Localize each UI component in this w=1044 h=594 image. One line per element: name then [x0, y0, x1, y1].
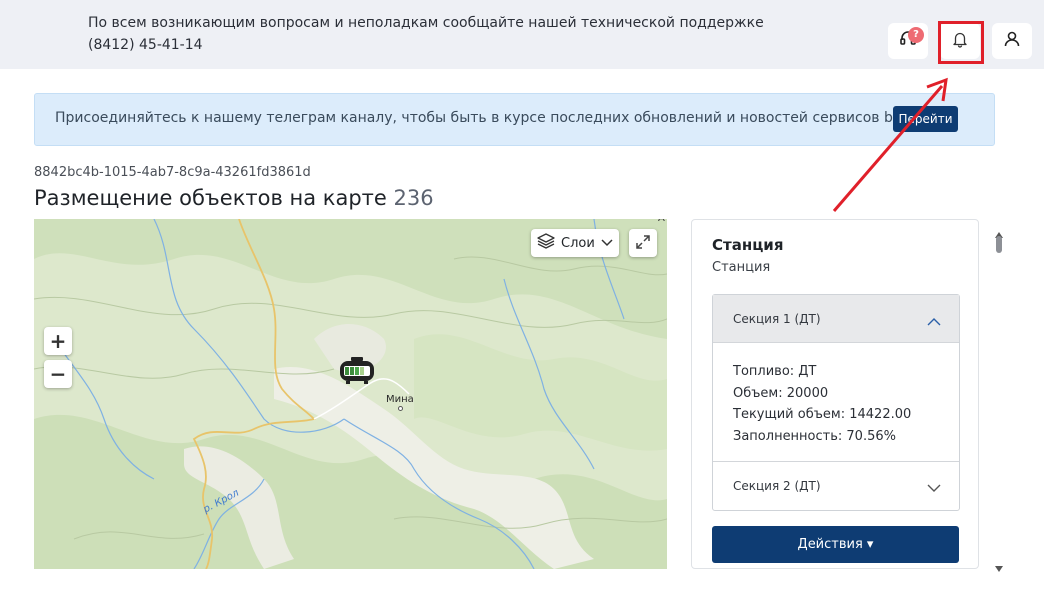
section-1-header[interactable]: Секция 1 (ДТ)	[713, 295, 959, 343]
station-panel: Станция Станция Секция 1 (ДТ) Топливо: Д…	[691, 219, 979, 569]
plus-icon: +	[49, 329, 67, 353]
page-title-text: Размещение объектов на карте	[34, 186, 387, 210]
layers-label: Слои	[561, 235, 595, 251]
zoom-in-button[interactable]: +	[44, 327, 72, 355]
place-dot	[398, 406, 403, 411]
support-button[interactable]: ?	[888, 23, 928, 59]
minus-icon: −	[49, 362, 67, 386]
fuel-type: Топливо: ДТ	[733, 364, 817, 379]
chevron-down-icon	[927, 478, 941, 497]
banner-go-button[interactable]: Перейти	[893, 106, 958, 132]
map-corner-letter: А	[658, 219, 665, 224]
panel-title: Станция	[712, 236, 784, 254]
page-title: Размещение объектов на карте 236	[34, 186, 434, 210]
objects-count: 236	[393, 186, 434, 210]
current-volume: Текущий объем: 14422.00	[733, 407, 912, 422]
fuel-tank-icon	[340, 357, 374, 384]
zoom-out-button[interactable]: −	[44, 360, 72, 388]
user-icon	[1003, 30, 1021, 52]
scrollbar-thumb[interactable]	[996, 236, 1002, 253]
layers-button[interactable]: Слои	[531, 229, 619, 257]
chevron-down-icon	[601, 236, 613, 251]
profile-button[interactable]	[992, 23, 1032, 59]
sections-accordion: Секция 1 (ДТ) Топливо: ДТ Объем: 20000 Т…	[712, 294, 960, 511]
annotation-highlight-box	[938, 21, 984, 64]
object-id: 8842bc4b-1015-4ab7-8c9a-43261fd3861d	[34, 165, 311, 180]
actions-button[interactable]: Действия ▾	[712, 526, 959, 563]
expand-icon	[636, 234, 650, 253]
section-2-label: Секция 2 (ДТ)	[733, 479, 821, 493]
fill-level: Заполненность: 70.56%	[733, 428, 896, 444]
telegram-banner: Присоединяйтесь к нашему телеграм каналу…	[34, 93, 995, 146]
section-1-label: Секция 1 (ДТ)	[733, 312, 821, 326]
page-scrollbar[interactable]	[992, 219, 1006, 572]
support-badge: ?	[908, 27, 924, 43]
top-bar: По всем возникающим вопросам и неполадка…	[0, 0, 1044, 69]
layers-icon	[537, 233, 555, 253]
section-2-header[interactable]: Секция 2 (ДТ)	[713, 461, 959, 510]
map-terrain	[34, 219, 667, 569]
section-1-details: Топливо: ДТ Объем: 20000 Текущий объем: …	[733, 361, 911, 447]
place-label: Мина	[386, 394, 414, 405]
panel-subtitle: Станция	[712, 260, 771, 275]
chevron-up-icon	[927, 311, 941, 330]
fullscreen-button[interactable]	[629, 229, 657, 257]
scroll-down-arrow-icon[interactable]	[995, 557, 1003, 576]
map-view[interactable]: + − Слои Мина р. Крол	[34, 219, 667, 569]
capacity: Объем: 20000	[733, 385, 829, 401]
station-marker[interactable]	[338, 356, 376, 390]
support-message: По всем возникающим вопросам и неполадка…	[88, 15, 764, 53]
banner-text: Присоединяйтесь к нашему телеграм каналу…	[55, 110, 895, 126]
